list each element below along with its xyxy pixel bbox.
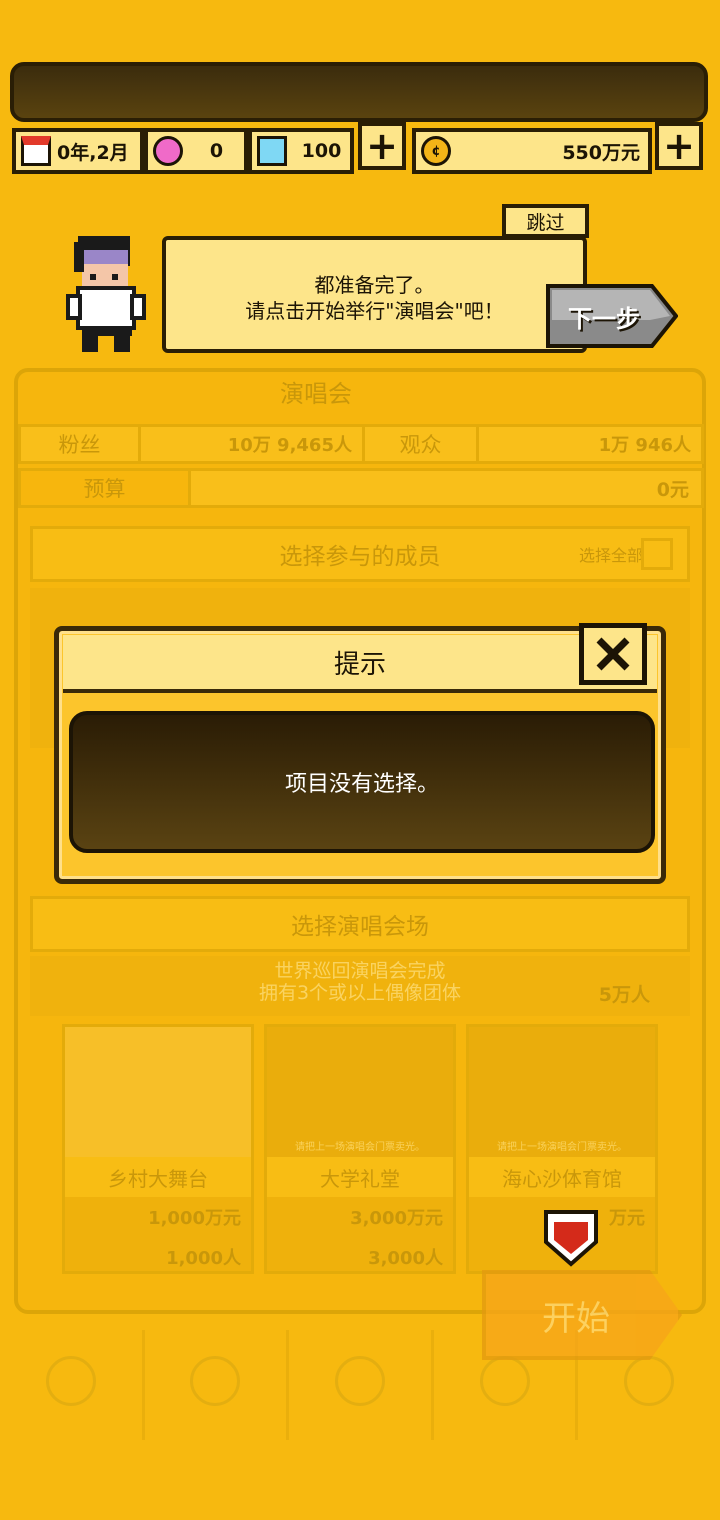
diamond-value: 100 xyxy=(301,140,342,162)
venue-name: 海心沙体育馆 xyxy=(469,1157,655,1197)
tutorial-speech-bubble: 都准备完了。 请点击开始举行"演唱会"吧！ xyxy=(162,236,587,353)
budget-row: 预算 0元 xyxy=(18,468,704,508)
dialog-close-button[interactable] xyxy=(579,623,647,685)
tutorial-message-line2: 请点击开始举行"演唱会"吧！ xyxy=(245,299,504,323)
venue-cost: 3,000万元 xyxy=(350,1208,443,1229)
diamond-icon xyxy=(257,136,287,166)
date-display: 0年,2月 xyxy=(12,128,144,174)
village-stage-image xyxy=(65,1027,251,1157)
top-header-bar xyxy=(10,62,708,122)
date-value: 0年,2月 xyxy=(57,141,129,164)
money-value: 550万元 xyxy=(562,141,640,164)
venue-name: 乡村大舞台 xyxy=(65,1157,251,1197)
venue-lock-note: 请把上一场演唱会门票卖光。 xyxy=(267,1027,453,1157)
venue-name: 大学礼堂 xyxy=(267,1157,453,1197)
select-all-checkbox-icon[interactable] xyxy=(641,538,673,570)
venue-banner-line2: 拥有3个或以上偶像团体 xyxy=(258,982,462,1004)
tab-1[interactable] xyxy=(0,1330,145,1440)
tab-icon xyxy=(45,1356,96,1406)
budget-label: 预算 xyxy=(21,471,191,505)
venue-capacity: 3,000人 xyxy=(368,1248,443,1269)
start-concert-button[interactable]: 开始 xyxy=(482,1270,682,1360)
venue-banner-capacity: 5万人 xyxy=(598,984,650,1006)
venue-lock-note: 请把上一场演唱会门票卖光。 xyxy=(469,1027,655,1157)
manager-character-icon xyxy=(66,236,146,352)
venue-cost: 1,000万元 xyxy=(148,1208,241,1229)
venue-capacity: 1,000人 xyxy=(166,1248,241,1269)
fans-label: 粉丝 xyxy=(21,427,141,461)
heart-pointer-icon xyxy=(544,1210,598,1267)
tab-2[interactable] xyxy=(145,1330,290,1440)
tab-icon xyxy=(479,1356,530,1406)
diamond-counter: 100 xyxy=(248,128,354,174)
budget-value: 0元 xyxy=(656,478,689,501)
tutorial-message-line1: 都准备完了。 xyxy=(314,273,435,297)
add-diamonds-button[interactable]: + xyxy=(358,122,406,170)
tab-icon xyxy=(190,1356,241,1406)
dialog-message: 项目没有选择。 xyxy=(69,711,655,853)
fans-value: 10万 9,465人 xyxy=(141,427,365,461)
money-counter: ¢ 550万元 xyxy=(412,128,652,174)
calendar-icon xyxy=(21,136,51,166)
concert-panel-title: 演唱会 xyxy=(280,380,352,408)
stats-row: 粉丝 10万 9,465人 观众 1万 946人 xyxy=(18,424,704,464)
add-money-button[interactable]: + xyxy=(655,122,703,170)
member-section-label: 选择参与的成员 xyxy=(279,544,441,570)
venue-card-university-hall[interactable]: 请把上一场演唱会门票卖光。 大学礼堂 3,000万元 3,000人 xyxy=(264,1024,456,1274)
tab-3[interactable] xyxy=(289,1330,434,1440)
fan-item-counter: 0 xyxy=(144,128,248,174)
next-step-label: 下一步 xyxy=(568,304,640,333)
skip-button[interactable]: 跳过 xyxy=(502,204,589,238)
venue-card-village-stage[interactable]: 乡村大舞台 1,000万元 1,000人 xyxy=(62,1024,254,1274)
tab-icon xyxy=(624,1356,675,1406)
venue-unlock-banner: 世界巡回演唱会完成 拥有3个或以上偶像团体 5万人 xyxy=(30,956,690,1016)
tab-icon xyxy=(334,1356,385,1406)
select-all-label[interactable]: 选择全部 xyxy=(579,542,643,566)
audience-value: 1万 946人 xyxy=(598,435,691,456)
fan-item-value: 0 xyxy=(209,140,224,162)
venue-section-title: 选择演唱会场 xyxy=(30,896,690,952)
coin-icon: ¢ xyxy=(421,136,451,166)
audience-label: 观众 xyxy=(365,427,479,461)
hint-dialog: 提示 项目没有选择。 xyxy=(54,623,666,884)
close-icon xyxy=(596,637,630,671)
venue-banner-line1: 世界巡回演唱会完成 xyxy=(274,960,446,982)
pink-gem-icon xyxy=(153,136,183,166)
member-section-title: 选择参与的成员 选择全部 xyxy=(30,526,690,582)
next-step-button[interactable]: 下一步 xyxy=(546,284,678,348)
dialog-title: 提示 xyxy=(63,635,657,693)
